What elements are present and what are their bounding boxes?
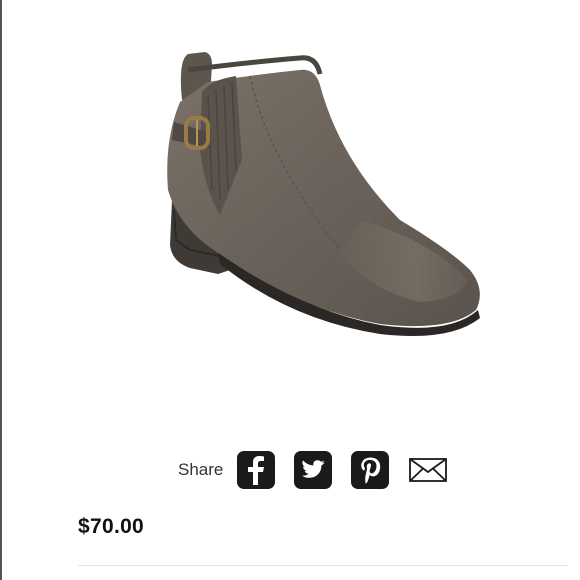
pinterest-share-button[interactable] [351, 451, 390, 489]
facebook-share-button[interactable] [237, 451, 276, 489]
email-share-button[interactable] [408, 455, 448, 485]
twitter-icon [302, 460, 326, 478]
ankle-boot-illustration [167, 52, 480, 336]
pinterest-icon [361, 457, 381, 484]
share-label: Share [178, 460, 224, 479]
divider [78, 565, 568, 566]
facebook-icon [248, 456, 265, 485]
left-border [0, 0, 2, 580]
email-icon [409, 458, 448, 482]
share-row: Share [178, 450, 448, 490]
product-price: $70.00 [78, 515, 145, 538]
twitter-share-button[interactable] [294, 451, 333, 489]
product-image[interactable] [150, 40, 500, 350]
